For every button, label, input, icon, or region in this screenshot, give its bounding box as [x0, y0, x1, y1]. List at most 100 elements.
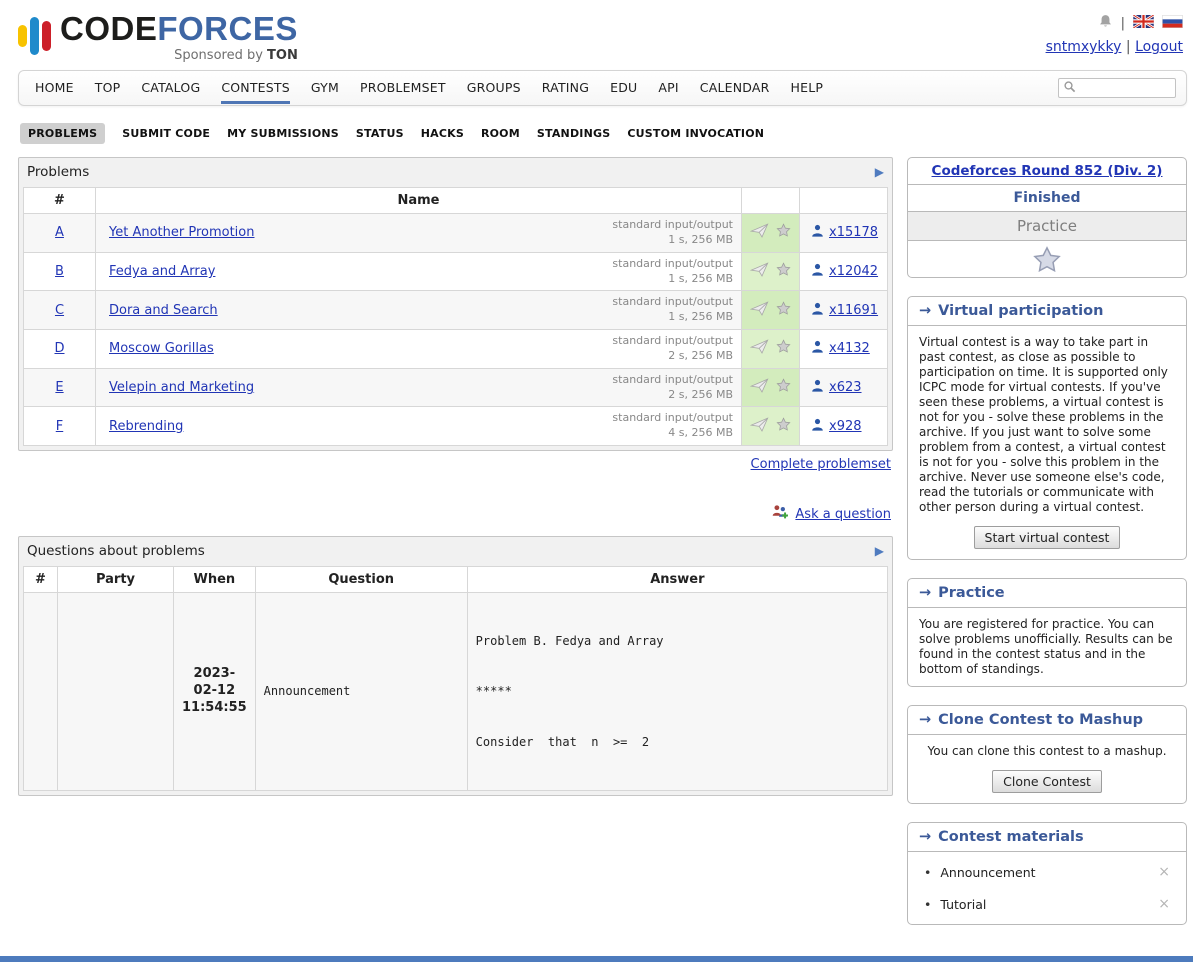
material-announcement-link[interactable]: Announcement: [940, 865, 1035, 880]
header: CODEFORCES Sponsored by TON | sntmxykky …: [18, 8, 1187, 70]
clone-contest-button[interactable]: Clone Contest: [992, 770, 1102, 793]
uk-flag-icon[interactable]: [1133, 15, 1154, 32]
sidebar: Codeforces Round 852 (Div. 2) Finished P…: [907, 157, 1187, 943]
contest-sub-nav: PROBLEMS SUBMIT CODE MY SUBMISSIONS STAT…: [18, 123, 1187, 144]
problem-title-link[interactable]: Velepin and Marketing: [109, 380, 254, 395]
logout-link[interactable]: Logout: [1135, 39, 1183, 55]
paper-plane-icon[interactable]: [750, 301, 769, 320]
main-nav: HOME TOP CATALOG CONTESTS GYM PROBLEMSET…: [18, 70, 1187, 106]
problem-letter-link[interactable]: A: [55, 225, 64, 240]
subnav-room[interactable]: ROOM: [481, 127, 520, 140]
arrow-icon: →: [919, 585, 931, 601]
nav-item-gym[interactable]: GYM: [311, 70, 339, 104]
q-col-answer: Answer: [467, 567, 887, 593]
nav-item-api[interactable]: API: [658, 70, 678, 104]
contest-materials-title: Contest materials: [938, 829, 1083, 845]
subnav-custom-invocation[interactable]: CUSTOM INVOCATION: [627, 127, 764, 140]
col-header-hash: #: [24, 188, 96, 214]
contest-info-box: Codeforces Round 852 (Div. 2) Finished P…: [907, 157, 1187, 278]
question-text: Announcement: [264, 684, 351, 698]
subnav-my-submissions[interactable]: MY SUBMISSIONS: [227, 127, 339, 140]
nav-item-contests[interactable]: CONTESTS: [221, 70, 290, 104]
solved-person-icon: [811, 418, 824, 435]
paper-plane-icon[interactable]: [750, 262, 769, 281]
problem-constraints: standard input/output2 s, 256 MB: [612, 373, 733, 403]
problem-letter-link[interactable]: B: [55, 264, 64, 279]
problem-constraints: standard input/output1 s, 256 MB: [612, 218, 733, 248]
contest-title-link[interactable]: Codeforces Round 852 (Div. 2): [932, 163, 1163, 179]
solved-count-link[interactable]: x4132: [829, 341, 870, 356]
logo-text: CODEFORCES: [60, 10, 298, 47]
problem-letter-link[interactable]: E: [55, 380, 63, 395]
question-party: [58, 593, 174, 791]
paper-plane-icon[interactable]: [750, 339, 769, 358]
collapse-arrow-icon[interactable]: ▶: [875, 544, 884, 558]
problem-letter-link[interactable]: D: [54, 341, 64, 356]
solved-count-link[interactable]: x15178: [829, 225, 878, 240]
problem-row: D Moscow Gorillas standard input/output2…: [24, 330, 888, 369]
nav-item-rating[interactable]: RATING: [542, 70, 589, 104]
paper-plane-icon[interactable]: [750, 378, 769, 397]
q-col-party: Party: [58, 567, 174, 593]
subnav-standings[interactable]: STANDINGS: [537, 127, 610, 140]
contest-status: Finished: [908, 184, 1186, 211]
nav-item-home[interactable]: HOME: [35, 70, 74, 104]
favorite-star-icon[interactable]: [776, 262, 791, 281]
close-icon[interactable]: ×: [1158, 896, 1170, 912]
problem-title-link[interactable]: Moscow Gorillas: [109, 341, 214, 356]
nav-item-edu[interactable]: EDU: [610, 70, 637, 104]
problem-letter-link[interactable]: C: [55, 303, 64, 318]
subnav-hacks[interactable]: HACKS: [421, 127, 464, 140]
favorite-star-icon[interactable]: [776, 417, 791, 436]
start-virtual-contest-button[interactable]: Start virtual contest: [974, 526, 1121, 549]
nav-item-catalog[interactable]: CATALOG: [141, 70, 200, 104]
username-link[interactable]: sntmxykky: [1046, 39, 1122, 55]
problem-title-link[interactable]: Dora and Search: [109, 303, 218, 318]
bell-icon[interactable]: [1098, 14, 1113, 33]
close-icon[interactable]: ×: [1158, 864, 1170, 880]
material-tutorial-link[interactable]: Tutorial: [940, 897, 986, 912]
bullet-icon: •: [924, 897, 931, 912]
solved-person-icon: [811, 302, 824, 319]
solved-count-link[interactable]: x928: [829, 419, 862, 434]
collapse-arrow-icon[interactable]: ▶: [875, 165, 884, 179]
paper-plane-icon[interactable]: [750, 417, 769, 436]
problem-constraints: standard input/output1 s, 256 MB: [612, 257, 733, 287]
nav-item-groups[interactable]: GROUPS: [467, 70, 521, 104]
problem-title-link[interactable]: Fedya and Array: [109, 264, 215, 279]
questions-table: # Party When Question Answer: [23, 566, 888, 791]
problem-constraints: standard input/output2 s, 256 MB: [612, 334, 733, 364]
complete-problemset-link[interactable]: Complete problemset: [751, 457, 891, 472]
ru-flag-icon[interactable]: [1162, 15, 1183, 32]
favorite-star-icon[interactable]: [776, 378, 791, 397]
problem-letter-link[interactable]: F: [56, 419, 63, 434]
codeforces-logo[interactable]: CODEFORCES Sponsored by TON: [18, 12, 298, 62]
favorite-star-icon[interactable]: [776, 223, 791, 242]
favorite-star-icon[interactable]: [776, 339, 791, 358]
subnav-problems[interactable]: PROBLEMS: [20, 123, 105, 144]
nav-item-problemset[interactable]: PROBLEMSET: [360, 70, 446, 104]
paper-plane-icon[interactable]: [750, 223, 769, 242]
problem-title-link[interactable]: Yet Another Promotion: [109, 225, 254, 240]
q-col-question: Question: [255, 567, 467, 593]
arrow-icon: →: [919, 712, 931, 728]
solved-person-icon: [811, 340, 824, 357]
nav-item-calendar[interactable]: CALENDAR: [700, 70, 770, 104]
main-column: Problems ▶ # Name: [18, 157, 893, 796]
problem-title-link[interactable]: Rebrending: [109, 419, 183, 434]
favorite-star-icon[interactable]: [776, 301, 791, 320]
contest-star-icon[interactable]: [1033, 261, 1061, 276]
solved-count-link[interactable]: x11691: [829, 303, 878, 318]
arrow-icon: →: [919, 303, 931, 319]
nav-item-top[interactable]: TOP: [95, 70, 121, 104]
nav-item-help[interactable]: HELP: [791, 70, 824, 104]
contest-mode: Practice: [908, 211, 1186, 240]
subnav-status[interactable]: STATUS: [356, 127, 404, 140]
solved-count-link[interactable]: x623: [829, 380, 862, 395]
search-input[interactable]: [1080, 81, 1171, 95]
clone-contest-text: You can clone this contest to a mashup.: [908, 735, 1186, 768]
ask-question-link[interactable]: Ask a question: [795, 507, 891, 522]
solved-count-link[interactable]: x12042: [829, 264, 878, 279]
answer-text: Problem B. Fedya and Array ***** Conside…: [476, 599, 879, 784]
subnav-submit-code[interactable]: SUBMIT CODE: [122, 127, 210, 140]
